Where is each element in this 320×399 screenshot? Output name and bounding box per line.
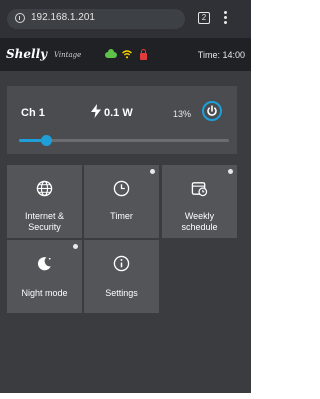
indicator-dot <box>73 244 78 249</box>
tile-label-line2: Security <box>28 222 61 232</box>
wifi-icon <box>122 50 132 59</box>
info-icon[interactable] <box>15 13 25 23</box>
brightness-slider[interactable] <box>19 135 229 146</box>
logo-subtitle: Vintage <box>54 51 82 59</box>
info-circle-icon <box>113 255 130 272</box>
bottom-edge <box>0 393 251 399</box>
logo: Shelly <box>6 47 48 61</box>
address-bar[interactable]: 192.168.1.201 <box>7 9 185 29</box>
tile-label-line2: schedule <box>181 222 218 232</box>
indicator-dot <box>228 169 233 174</box>
brightness-label: 13% <box>173 109 192 119</box>
power-button[interactable] <box>202 101 222 121</box>
tile-night-mode[interactable]: Night mode <box>7 240 82 313</box>
slider-knob[interactable] <box>41 135 52 146</box>
clock-icon <box>113 180 130 197</box>
tile-label-line1: Weekly <box>184 211 215 221</box>
kebab-menu-icon[interactable] <box>224 11 228 25</box>
bolt-icon <box>91 104 101 118</box>
tile-label-line1: Night mode <box>21 288 68 298</box>
moon-icon <box>37 257 51 271</box>
url-text[interactable]: 192.168.1.201 <box>31 12 95 23</box>
power-value: 0.1 W <box>104 107 133 119</box>
channel-name: Ch 1 <box>21 107 45 119</box>
tabs-icon[interactable]: 2 <box>198 12 210 24</box>
globe-icon <box>36 180 53 197</box>
time-label: Time: 14:00 <box>197 50 245 60</box>
tile-internet-security[interactable]: Internet & Security <box>7 165 82 238</box>
main-panel: Ch 1 0.1 W 13% Internet & Security Timer… <box>0 71 251 399</box>
browser-toolbar: 192.168.1.201 2 <box>0 0 251 38</box>
tile-label-line1: Settings <box>105 288 138 298</box>
tile-settings[interactable]: Settings <box>84 240 159 313</box>
tile-weekly-schedule[interactable]: Weekly schedule <box>162 165 237 238</box>
channel-card: Ch 1 0.1 W 13% <box>7 86 237 154</box>
phone-screen: 192.168.1.201 2 Shelly Vintage Time: 14:… <box>0 0 251 399</box>
lock-icon <box>140 49 147 60</box>
app-header: Shelly Vintage Time: 14:00 <box>0 38 251 71</box>
indicator-dot <box>150 169 155 174</box>
tile-timer[interactable]: Timer <box>84 165 159 238</box>
cloud-icon <box>105 49 117 58</box>
power-icon <box>207 105 217 116</box>
calendar-icon <box>191 182 208 197</box>
tile-label-line1: Internet & <box>24 211 65 221</box>
tile-label-line1: Timer <box>110 211 133 221</box>
